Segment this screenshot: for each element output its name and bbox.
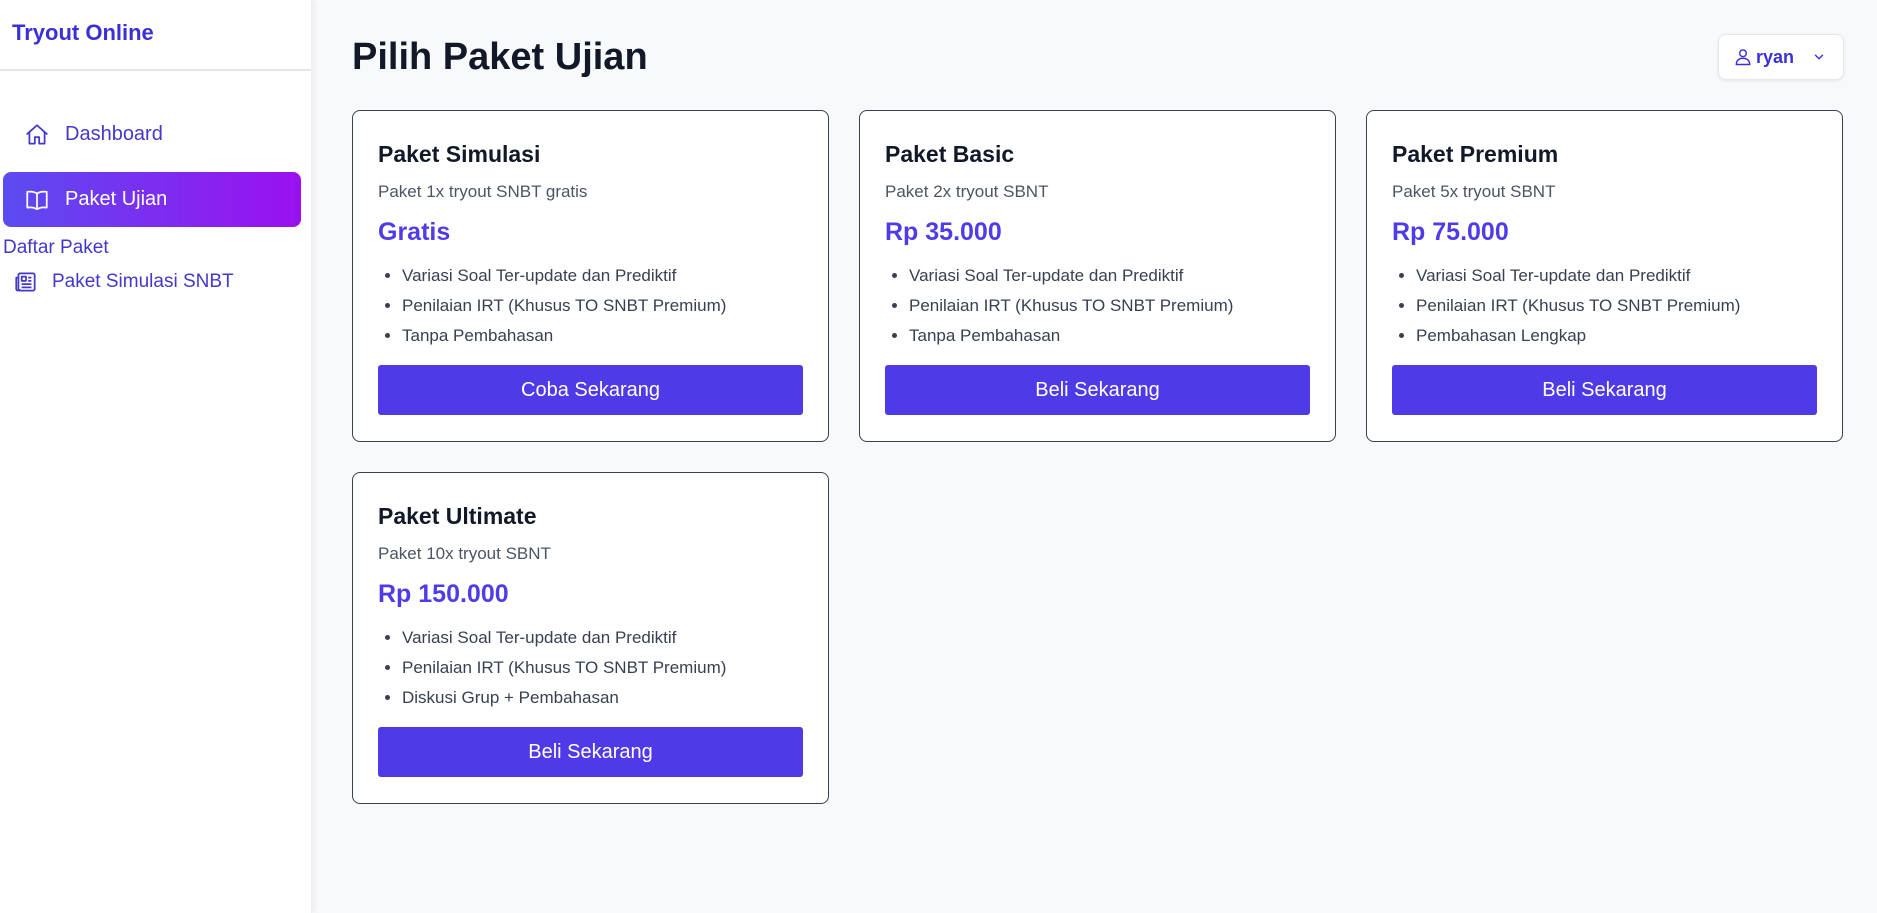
package-card-ultimate: Paket Ultimate Paket 10x tryout SBNT Rp …: [352, 472, 829, 804]
feature-item: Tanpa Pembahasan: [909, 321, 1310, 351]
feature-item: Penilaian IRT (Khusus TO SNBT Premium): [402, 653, 803, 683]
buy-now-button[interactable]: Beli Sekarang: [1392, 365, 1817, 415]
package-price: Rp 75.000: [1392, 218, 1509, 246]
sidebar-item-label: Paket Simulasi SNBT: [52, 271, 234, 292]
brand-logo[interactable]: Tryout Online: [0, 0, 311, 71]
package-description: Paket 1x tryout SNBT gratis: [378, 182, 588, 201]
sidebar-item-dashboard[interactable]: Dashboard: [3, 107, 301, 162]
package-name: Paket Simulasi: [378, 141, 541, 167]
package-card-premium: Paket Premium Paket 5x tryout SBNT Rp 75…: [1366, 110, 1843, 442]
page-title: Pilih Paket Ujian: [352, 36, 648, 78]
sidebar: Tryout Online Dashboard Paket Ujian Daft…: [0, 0, 312, 913]
newspaper-icon: [12, 268, 40, 296]
feature-list: Variasi Soal Ter-update dan Prediktif Pe…: [378, 623, 803, 713]
feature-item: Penilaian IRT (Khusus TO SNBT Premium): [909, 291, 1310, 321]
book-open-icon: [23, 186, 51, 214]
feature-item: Variasi Soal Ter-update dan Prediktif: [402, 261, 803, 291]
sidebar-item-paket-simulasi-snbt[interactable]: Paket Simulasi SNBT: [0, 263, 311, 301]
try-now-button[interactable]: Coba Sekarang: [378, 365, 803, 415]
sidebar-item-paket-ujian[interactable]: Paket Ujian: [3, 172, 301, 227]
package-price: Rp 150.000: [378, 580, 509, 608]
feature-list: Variasi Soal Ter-update dan Prediktif Pe…: [1392, 261, 1817, 351]
package-card-simulasi: Paket Simulasi Paket 1x tryout SNBT grat…: [352, 110, 829, 442]
feature-item: Tanpa Pembahasan: [402, 321, 803, 351]
buy-now-button[interactable]: Beli Sekarang: [378, 727, 803, 777]
feature-item: Variasi Soal Ter-update dan Prediktif: [1416, 261, 1817, 291]
package-description: Paket 5x tryout SBNT: [1392, 182, 1556, 201]
home-icon: [23, 121, 51, 149]
feature-item: Penilaian IRT (Khusus TO SNBT Premium): [402, 291, 803, 321]
feature-list: Variasi Soal Ter-update dan Prediktif Pe…: [378, 261, 803, 351]
user-name: ryan: [1755, 46, 1795, 67]
user-menu-button[interactable]: ryan: [1718, 34, 1844, 80]
buy-now-button[interactable]: Beli Sekarang: [885, 365, 1310, 415]
package-name: Paket Premium: [1392, 141, 1559, 167]
sidebar-item-label: Dashboard: [65, 123, 163, 145]
sidebar-item-label: Paket Ujian: [65, 188, 168, 210]
feature-list: Variasi Soal Ter-update dan Prediktif Pe…: [885, 261, 1310, 351]
package-price: Gratis: [378, 218, 451, 246]
package-price: Rp 35.000: [885, 218, 1002, 246]
sidebar-section-daftar-paket: Daftar Paket: [3, 237, 109, 258]
package-description: Paket 2x tryout SBNT: [885, 182, 1049, 201]
package-description: Paket 10x tryout SBNT: [378, 544, 551, 563]
feature-item: Penilaian IRT (Khusus TO SNBT Premium): [1416, 291, 1817, 321]
user-icon: [1732, 46, 1754, 68]
feature-item: Variasi Soal Ter-update dan Prediktif: [402, 623, 803, 653]
chevron-down-icon: [1808, 46, 1830, 68]
package-name: Paket Ultimate: [378, 503, 537, 529]
sidebar-nav: Dashboard Paket Ujian: [0, 71, 311, 227]
feature-item: Variasi Soal Ter-update dan Prediktif: [909, 261, 1310, 291]
feature-item: Pembahasan Lengkap: [1416, 321, 1817, 351]
package-name: Paket Basic: [885, 141, 1015, 167]
feature-item: Diskusi Grup + Pembahasan: [402, 683, 803, 713]
package-card-basic: Paket Basic Paket 2x tryout SBNT Rp 35.0…: [859, 110, 1336, 442]
